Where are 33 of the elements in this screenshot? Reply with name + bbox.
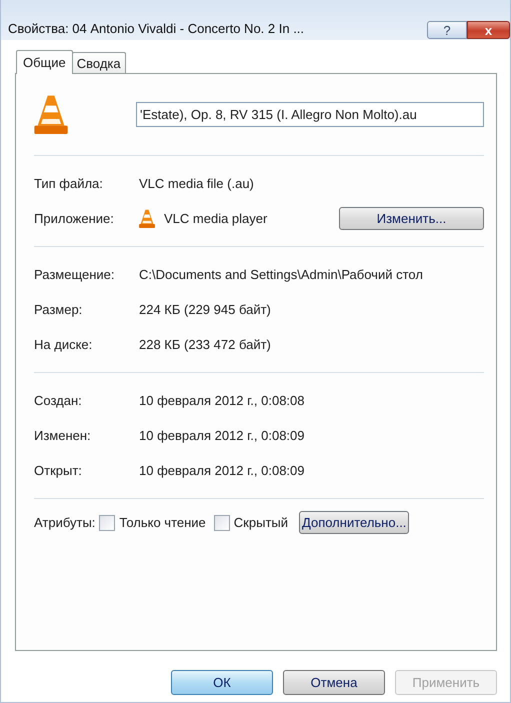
field-label: Тип файла: xyxy=(34,176,104,191)
field-label: Размер: xyxy=(34,302,84,317)
file-name-field[interactable]: 'Estate), Op. 8, RV 315 (I. Allegro Non Molto).au xyxy=(136,102,484,126)
attributes-label: Атрибуты: xyxy=(34,515,96,530)
traffic-cone-icon xyxy=(34,94,68,134)
field-label: Приложение: xyxy=(34,211,115,226)
traffic-cone-icon xyxy=(139,209,155,228)
field-value: VLC media player xyxy=(164,211,268,226)
help-button[interactable]: ? xyxy=(427,21,467,39)
checkbox[interactable] xyxy=(99,514,116,530)
dialog-button[interactable]: ОК xyxy=(171,670,273,695)
field-value: VLC media file (.au) xyxy=(139,176,254,191)
checkbox[interactable] xyxy=(214,514,230,530)
field-value: 10 февраля 2012 г., 0:08:09 xyxy=(139,463,304,478)
change-button[interactable]: Изменить... xyxy=(339,207,484,230)
tab[interactable]: Общие xyxy=(16,50,73,74)
checkbox-label: Только чтение xyxy=(119,515,206,530)
window-title: Свойства: 04 Antonio Vivaldi - Concerto No. 2 In ... xyxy=(8,21,304,36)
tab[interactable]: Сводка xyxy=(72,52,126,73)
field-value: C:\Documents and Settings\Admin\Рабочий стол xyxy=(139,267,423,282)
field-value: 10 февраля 2012 г., 0:08:09 xyxy=(139,428,304,443)
field-label: Создан: xyxy=(34,393,83,408)
field-value: 224 КБ (229 945 байт) xyxy=(139,302,271,317)
field-label: Изменен: xyxy=(34,428,92,443)
close-button[interactable]: x xyxy=(467,21,510,39)
field-label: На диске: xyxy=(34,337,94,352)
field-value: 10 февраля 2012 г., 0:08:08 xyxy=(139,393,304,408)
field-value: 228 КБ (233 472 байт) xyxy=(139,337,271,352)
field-label: Размещение: xyxy=(34,267,116,282)
field-label: Открыт: xyxy=(34,463,83,478)
advanced-button[interactable]: Дополнительно... xyxy=(299,511,410,534)
dialog-button[interactable]: Отмена xyxy=(283,670,385,695)
checkbox-label: Скрытый xyxy=(234,515,288,530)
